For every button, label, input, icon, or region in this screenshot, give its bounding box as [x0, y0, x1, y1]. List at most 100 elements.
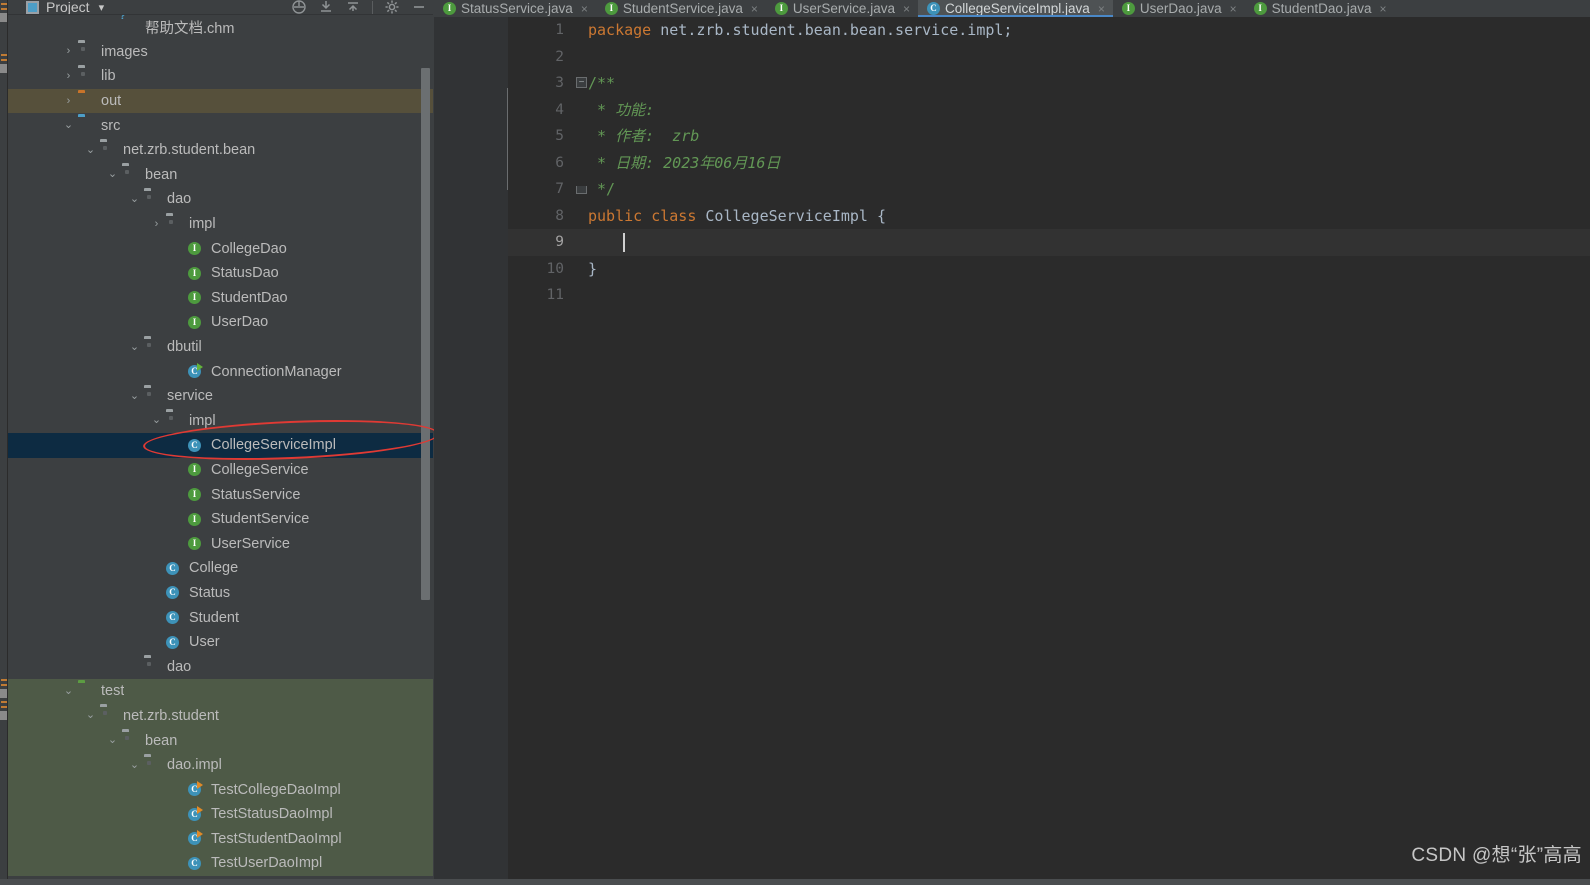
editor-tab[interactable]: C CollegeServiceImpl.java × [917, 0, 1113, 17]
tree-item[interactable]: ⌄ impl [8, 409, 433, 434]
close-icon[interactable]: × [751, 2, 758, 16]
editor-tab[interactable]: I UserService.java × [766, 0, 918, 17]
code-text: * 作者: zrb [588, 123, 699, 150]
chevron-right-icon[interactable]: › [62, 95, 75, 108]
expand-all-icon[interactable] [345, 0, 361, 14]
chevron-down-icon[interactable]: ⌄ [128, 759, 141, 772]
editor-tab[interactable]: I UserDao.java × [1113, 0, 1245, 17]
chevron-down-icon[interactable]: ⌄ [84, 144, 97, 157]
settings-gear-icon[interactable] [384, 0, 400, 14]
chevron-down-icon[interactable]: ⌄ [106, 168, 119, 181]
tree-item[interactable]: ⌄ service [8, 384, 433, 409]
close-icon[interactable]: × [1230, 2, 1237, 16]
close-icon[interactable]: × [903, 2, 910, 16]
tree-item-label: out [101, 93, 122, 110]
tree-item[interactable]: I StudentDao [8, 286, 433, 311]
project-tree-scrollbar[interactable] [421, 68, 430, 600]
tree-item[interactable]: C ConnectionManager [8, 359, 433, 384]
tree-item[interactable]: C Student [8, 605, 433, 630]
tree-item[interactable]: C User [8, 630, 433, 655]
tree-item[interactable]: C College [8, 556, 433, 581]
tree-item[interactable]: I StatusDao [8, 261, 433, 286]
tree-item[interactable]: ⌄ dao.impl [8, 752, 433, 778]
editor-tab[interactable]: I StudentService.java × [596, 0, 766, 17]
tree-item[interactable]: I StatusService [8, 482, 433, 507]
tree-item[interactable]: ⌄ test [8, 679, 433, 704]
tree-item[interactable]: › images [8, 40, 433, 65]
interface-icon: I [1253, 2, 1267, 15]
editor-tab-bar[interactable]: I StatusService.java × I StudentService.java… [434, 0, 1590, 17]
tree-item[interactable]: › lib [8, 64, 433, 89]
project-tree[interactable]: 帮助文档.chm › images › lib › out ⌄ src ⌄ net.zrb.stud… [8, 14, 433, 885]
tree-item[interactable]: 帮助文档.chm [8, 15, 433, 40]
chevron-down-icon[interactable]: ⌄ [128, 193, 141, 206]
close-icon[interactable]: × [1379, 2, 1386, 16]
code-editor[interactable]: 1 package net.zrb.student.bean.bean.servi… [434, 17, 1590, 885]
chevron-right-icon[interactable]: › [150, 218, 163, 231]
tree-item[interactable]: ⌄ dao [8, 187, 433, 212]
tree-item[interactable]: C Status [8, 581, 433, 606]
tree-item[interactable]: I StudentService [8, 507, 433, 532]
tree-item-label: dao [167, 191, 192, 208]
close-icon[interactable]: × [581, 2, 588, 16]
chevron-down-icon[interactable]: ⌄ [62, 119, 75, 132]
editor-tab-label: UserService.java [792, 1, 895, 16]
tree-item[interactable]: C TestStatusDaoImpl [8, 802, 433, 827]
tree-item[interactable]: ⌄ dbutil [8, 335, 433, 360]
tree-item[interactable]: ⌄ net.zrb.student.bean [8, 138, 433, 163]
editor-tab[interactable]: I StudentDao.java × [1245, 0, 1395, 17]
code-line[interactable]: 7 */ [508, 176, 1590, 203]
chevron-down-icon[interactable]: ⌄ [84, 709, 97, 722]
fold-collapse-icon[interactable]: − [576, 77, 587, 88]
chevron-down-icon[interactable]: ▾ [99, 1, 105, 14]
chevron-down-icon[interactable]: ⌄ [128, 341, 141, 354]
chevron-down-icon[interactable]: ⌄ [62, 685, 75, 698]
tree-item-label: CollegeServiceImpl [211, 437, 336, 454]
close-icon[interactable]: × [1098, 2, 1105, 16]
tree-item[interactable]: ⌄ src [8, 113, 433, 138]
chevron-down-icon[interactable]: ⌄ [106, 734, 119, 747]
code-token: public class [588, 206, 706, 225]
tree-item[interactable]: › out [8, 88, 433, 114]
line-number: 4 [555, 101, 564, 118]
code-line[interactable]: 8 public class CollegeServiceImpl { [508, 203, 1590, 230]
code-line[interactable]: 6 * 日期: 2023年06月16日 [508, 150, 1590, 177]
tree-item[interactable]: C CollegeServiceImpl [8, 433, 433, 458]
editor-code-area[interactable]: 1 package net.zrb.student.bean.bean.servi… [508, 17, 1590, 885]
locate-icon[interactable] [291, 0, 307, 14]
bottom-edge [0, 879, 1590, 885]
editor-gutter[interactable] [434, 17, 508, 885]
chevron-right-icon[interactable]: › [62, 45, 75, 58]
tree-item[interactable]: dao [8, 654, 433, 679]
tree-item[interactable]: C TestCollegeDaoImpl [8, 777, 433, 802]
code-line[interactable]: 3 −/** [508, 70, 1590, 97]
code-line[interactable]: 11 [508, 282, 1590, 309]
chevron-right-icon[interactable]: › [62, 70, 75, 83]
tree-item[interactable]: ⌄ bean [8, 728, 433, 753]
tree-item[interactable]: C TestUserDaoImpl [8, 851, 433, 876]
chevron-down-icon[interactable]: ⌄ [128, 390, 141, 403]
code-line[interactable]: 5 * 作者: zrb [508, 123, 1590, 150]
tree-item-label: Student [189, 609, 239, 626]
tree-item[interactable]: I CollegeService [8, 458, 433, 483]
tree-item[interactable]: › impl [8, 212, 433, 237]
code-line[interactable]: 1 package net.zrb.student.bean.bean.servi… [508, 17, 1590, 44]
code-line[interactable]: 2 [508, 44, 1590, 71]
left-tool-strip[interactable] [0, 0, 8, 885]
tree-item[interactable]: I UserService [8, 531, 433, 556]
minimize-icon[interactable] [411, 0, 427, 14]
code-line[interactable]: 10} [508, 256, 1590, 283]
tree-item[interactable]: I CollegeDao [8, 236, 433, 261]
tree-item-label: dao [167, 658, 192, 675]
code-line[interactable]: 9 [508, 229, 1590, 256]
tree-item[interactable]: ⌄ bean [8, 163, 433, 188]
collapse-all-icon[interactable] [318, 0, 334, 14]
tree-item[interactable]: C TestStudentDaoImpl [8, 826, 433, 852]
code-line[interactable]: 4 * 功能: [508, 97, 1590, 124]
chevron-down-icon[interactable]: ⌄ [150, 414, 163, 427]
tree-item[interactable]: ⌄ net.zrb.student [8, 703, 433, 729]
editor-tab[interactable]: I StatusService.java × [434, 0, 596, 17]
tree-item[interactable]: I UserDao [8, 310, 433, 335]
class-icon: C [926, 2, 940, 15]
fold-end-icon[interactable] [576, 186, 587, 194]
